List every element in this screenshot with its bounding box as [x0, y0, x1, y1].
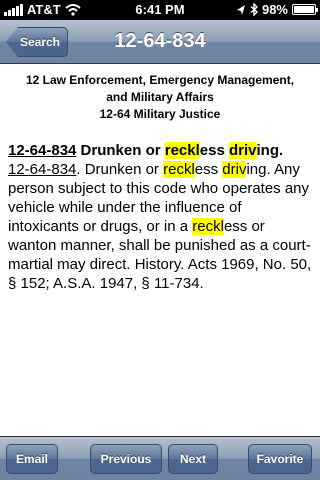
favorite-button[interactable]: Favorite — [248, 444, 312, 474]
navigation-bar: 12-64-834 Search — [0, 20, 320, 64]
search-highlight: driv — [229, 142, 257, 159]
battery-fill — [294, 6, 314, 13]
previous-button[interactable]: Previous — [90, 444, 162, 474]
email-button[interactable]: Email — [6, 444, 58, 474]
heading-title-line: and Military Affairs — [106, 90, 214, 104]
section-block: 12-64-834 Drunken or reckless driving. 1… — [8, 141, 312, 293]
search-highlight: reckl — [163, 161, 195, 178]
heading-block: 12 Law Enforcement, Emergency Management… — [8, 72, 312, 123]
location-arrow-icon — [236, 4, 245, 15]
status-right: 98% — [236, 2, 318, 17]
code-section-content: 12 Law Enforcement, Emergency Management… — [0, 64, 320, 436]
battery-icon — [292, 4, 318, 15]
bluetooth-icon — [250, 3, 258, 16]
search-highlight: reckl — [164, 142, 200, 159]
status-bar: AT&T 6:41 PM 98% — [0, 0, 320, 20]
section-title-text: ess — [199, 142, 229, 159]
section-body: 12-64-834. Drunken or reckless driving. … — [8, 160, 312, 293]
heading-chapter-line: 12-64 Military Justice — [99, 107, 221, 121]
body-text: ess — [194, 161, 223, 178]
section-title: 12-64-834 Drunken or reckless driving. — [8, 141, 312, 160]
search-highlight: driv — [222, 161, 247, 178]
section-title-text: ing. — [256, 142, 284, 159]
heading-title-line: 12 Law Enforcement, Emergency Management… — [25, 73, 295, 87]
bottom-toolbar: Email Previous Next Favorite — [0, 436, 320, 480]
section-title-text: Drunken or — [76, 142, 165, 159]
search-highlight: reckl — [192, 218, 224, 235]
section-number-link[interactable]: 12-64-834 — [8, 161, 76, 178]
section-number: 12-64-834 — [8, 142, 77, 159]
battery-percent: 98% — [261, 2, 288, 17]
body-text: . Drunken or — [76, 161, 164, 178]
search-back-button[interactable]: Search — [6, 27, 68, 57]
next-button[interactable]: Next — [168, 444, 218, 474]
